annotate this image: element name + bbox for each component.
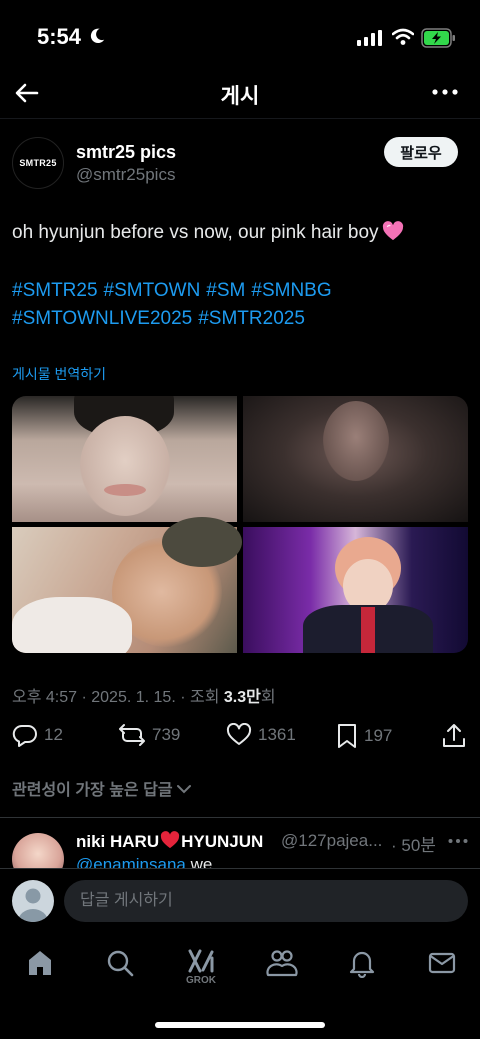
author-avatar[interactable]: SMTR25 — [12, 137, 64, 189]
default-user-icon — [18, 888, 48, 922]
like-count: 1361 — [258, 725, 296, 744]
reply-input[interactable] — [64, 880, 468, 922]
share-button[interactable] — [442, 723, 466, 749]
like-button[interactable]: 1361 — [226, 723, 296, 747]
repost-count: 739 — [152, 725, 181, 744]
author-name[interactable]: smtr25 pics — [76, 142, 176, 163]
reply-author-handle[interactable]: @127pajea... — [281, 831, 382, 851]
tab-grok[interactable]: GROK — [181, 948, 221, 988]
photo-grid — [12, 396, 468, 653]
grok-icon — [188, 949, 214, 973]
reply-button[interactable]: 12 — [12, 723, 63, 747]
translate-post-link[interactable]: 게시물 번역하기 — [12, 364, 106, 384]
moon-icon — [90, 28, 105, 44]
reply-count: 12 — [44, 725, 63, 744]
hashtag-link[interactable]: #SMTR25 — [12, 280, 98, 301]
post-timestamp: 오후 4:57 · 2025. 1. 15. · 조회 — [12, 689, 224, 706]
heart-icon — [226, 723, 252, 745]
wifi-icon — [392, 28, 414, 45]
view-suffix: 회 — [260, 689, 276, 706]
reply-author-name-part1: niki HARU — [76, 832, 160, 851]
reply-time: · 50분 — [391, 836, 436, 855]
status-time: 5:54 — [37, 24, 82, 49]
post-photo-3[interactable] — [12, 517, 242, 653]
battery-charging-icon — [421, 28, 455, 48]
avatar-logo-text: SMTR25 — [19, 158, 57, 168]
tab-messages[interactable] — [422, 948, 462, 988]
post-text-content: oh hyunjun before vs now, our pink hair … — [12, 222, 379, 243]
communities-icon — [266, 950, 298, 977]
reply-sort-label: 관련성이 가장 높은 답글 — [12, 782, 173, 799]
follow-button[interactable]: 팔로우 — [384, 137, 458, 167]
my-avatar[interactable] — [12, 880, 54, 922]
reply-author-name[interactable]: niki HARU HYUNJUN — [76, 831, 263, 852]
bookmark-count: 197 — [364, 726, 393, 745]
home-indicator — [155, 1022, 325, 1028]
repost-button[interactable]: 739 — [118, 723, 180, 747]
tab-search[interactable] — [100, 948, 140, 988]
view-count: 3.3만 — [223, 689, 261, 706]
tab-home[interactable] — [20, 948, 60, 988]
pink-heart-emoji-icon — [382, 221, 403, 241]
repost-icon — [119, 724, 145, 746]
bookmark-button[interactable]: 197 — [336, 723, 392, 749]
post-meta: 오후 4:57 · 2025. 1. 15. · 조회 3.3만회 — [12, 683, 276, 707]
home-icon — [29, 951, 51, 975]
more-options-icon[interactable] — [432, 82, 458, 102]
reply-sort-dropdown[interactable]: 관련성이 가장 높은 답글 — [12, 776, 191, 800]
post-photo-1[interactable] — [12, 396, 237, 522]
post-photo-2[interactable] — [243, 396, 468, 522]
chevron-down-icon — [177, 785, 191, 794]
share-icon — [443, 724, 465, 747]
header-divider — [0, 118, 480, 119]
tab-notifications[interactable] — [342, 948, 382, 988]
search-icon — [107, 950, 134, 977]
action-bar: 12 739 1361 197 — [12, 723, 468, 751]
reply-icon — [12, 724, 37, 747]
grok-label: GROK — [186, 975, 216, 986]
hashtag-link[interactable]: #SMTOWN — [104, 280, 201, 301]
bell-icon — [349, 951, 375, 978]
page-title: 게시 — [220, 85, 260, 108]
signal-icon — [357, 30, 382, 46]
hashtag-link[interactable]: #SMTOWNLIVE2025 — [12, 308, 192, 329]
reply-more-icon[interactable] — [448, 834, 468, 848]
hashtag-link[interactable]: #SMTR2025 — [198, 308, 305, 329]
hashtag-link[interactable]: #SMNBG — [251, 280, 331, 301]
section-divider — [0, 817, 480, 818]
red-heart-emoji-icon — [161, 831, 180, 849]
reply-author-name-part2: HYUNJUN — [181, 832, 264, 851]
tab-communities[interactable] — [262, 948, 302, 988]
post-text: oh hyunjun before vs now, our pink hair … — [12, 221, 404, 244]
post-photo-4[interactable] — [243, 527, 468, 653]
bookmark-icon — [338, 724, 356, 748]
hashtag-link[interactable]: #SM — [206, 280, 245, 301]
mail-icon — [428, 952, 456, 974]
hashtag-list: #SMTR25 #SMTOWN #SM #SMNBG #SMTOWNLIVE2025 #… — [12, 277, 472, 333]
author-handle[interactable]: @smtr25pics — [76, 165, 175, 185]
